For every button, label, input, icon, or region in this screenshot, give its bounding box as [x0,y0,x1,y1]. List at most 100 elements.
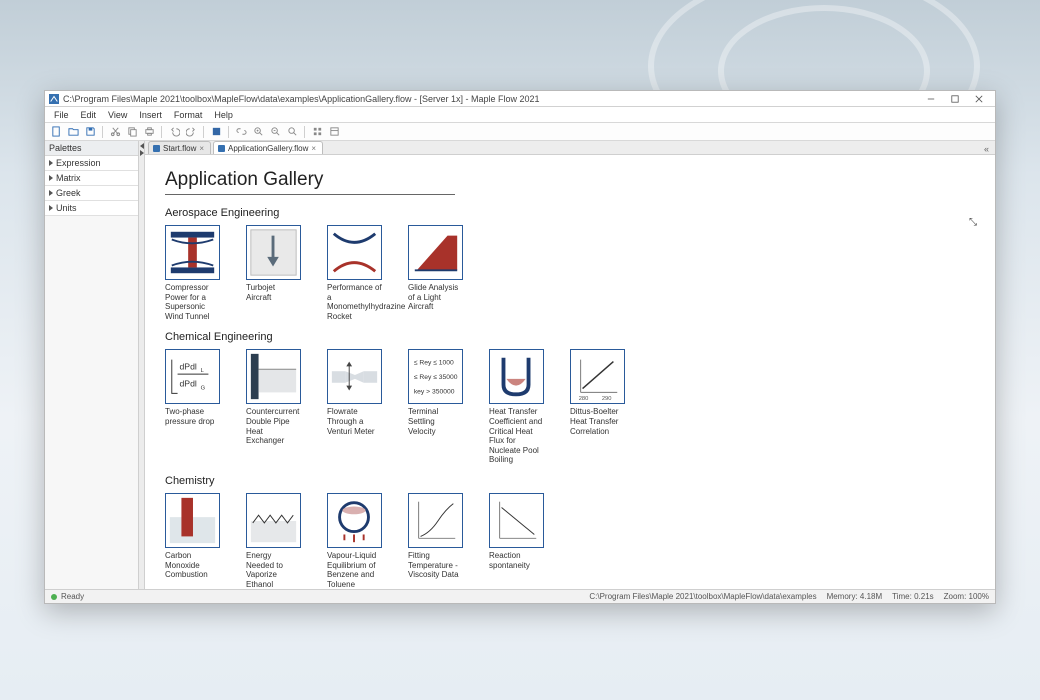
category-title: Chemistry [165,475,975,487]
svg-text:≤ Rey ≤ 35000: ≤ Rey ≤ 35000 [414,374,458,381]
gallery-item[interactable]: Vapour-Liquid Equilibrium of Benzene and… [327,493,382,589]
gallery-thumbnail: dPdlLdPdlG [165,349,220,404]
copy-icon[interactable] [125,125,139,139]
gallery-thumbnail [327,349,382,404]
palette-item-units[interactable]: Units [45,201,138,216]
palette-item-greek[interactable]: Greek [45,186,138,201]
gallery-thumbnail [408,225,463,280]
menubar: FileEditViewInsertFormatHelp [45,107,995,123]
chevron-right-icon [49,190,53,196]
svg-text:L: L [201,369,205,375]
svg-text:290: 290 [602,396,612,402]
close-button[interactable] [967,92,991,106]
status-time: Time: 0.21s [892,592,934,601]
svg-text:≤ Rey ≤ 1000: ≤ Rey ≤ 1000 [414,360,454,367]
gallery-item[interactable]: dPdlLdPdlGTwo-phase pressure drop [165,349,220,465]
tab-applicationgallery-flow[interactable]: ApplicationGallery.flow× [213,141,323,154]
gallery-row: dPdlLdPdlGTwo-phase pressure drop Counter… [165,349,975,465]
gallery-caption: Carbon Monoxide Combustion [165,551,220,580]
gallery-item[interactable]: Glide Analysis of a Light Aircraft [408,225,463,321]
menu-format[interactable]: Format [169,110,208,120]
link-icon[interactable] [234,125,248,139]
grid-icon[interactable] [310,125,324,139]
gallery-thumbnail [246,349,301,404]
gallery-caption: Flowrate Through a Venturi Meter [327,407,382,436]
chevron-right-icon [49,205,53,211]
gallery-thumbnail [408,493,463,548]
stop-icon[interactable] [209,125,223,139]
gallery-thumbnail [246,225,301,280]
zoom-in-icon[interactable] [251,125,265,139]
gallery-thumbnail [489,349,544,404]
status-bar: Ready C:\Program Files\Maple 2021\toolbo… [45,589,995,603]
status-zoom: Zoom: 100% [944,592,989,601]
gallery-caption: Fitting Temperature - Viscosity Data [408,551,463,580]
gallery-item[interactable]: Reaction spontaneity [489,493,544,589]
gallery-item[interactable]: Carbon Monoxide Combustion [165,493,220,589]
gallery-caption: Glide Analysis of a Light Aircraft [408,283,463,312]
svg-text:280: 280 [579,396,589,402]
close-icon[interactable]: × [311,144,316,153]
palette-item-matrix[interactable]: Matrix [45,171,138,186]
gallery-caption: Dittus-Boelter Heat Transfer Correlation [570,407,625,436]
gallery-caption: Compressor Power for a Supersonic Wind T… [165,283,220,321]
gallery-item[interactable]: Fitting Temperature - Viscosity Data [408,493,463,589]
titlebar: C:\Program Files\Maple 2021\toolbox\Mapl… [45,91,995,107]
print-icon[interactable] [142,125,156,139]
category-title: Chemical Engineering [165,331,975,343]
menu-insert[interactable]: Insert [134,110,167,120]
menu-edit[interactable]: Edit [76,110,102,120]
gallery-caption: Turbojet Aircraft [246,283,301,302]
open-file-icon[interactable] [66,125,80,139]
gallery-item[interactable]: Compressor Power for a Supersonic Wind T… [165,225,220,321]
gallery-row: Carbon Monoxide Combustion Energy Needed … [165,493,975,589]
menu-help[interactable]: Help [209,110,238,120]
toolbar-separator [102,126,103,138]
collapse-right-icon[interactable]: « [982,144,991,154]
tab-start-flow[interactable]: Start.flow× [148,141,211,154]
app-icon [49,94,59,104]
chevron-right-icon [49,160,53,166]
layout-icon[interactable] [327,125,341,139]
gallery-caption: Heat Transfer Coefficient and Critical H… [489,407,544,465]
undo-icon[interactable] [167,125,181,139]
palette-header: Palettes [45,141,138,156]
gallery-thumbnail [327,225,382,280]
menu-file[interactable]: File [49,110,74,120]
svg-text:G: G [201,386,206,392]
gallery-thumbnail: ≤ Rey ≤ 1000≤ Rey ≤ 35000key > 350000 [408,349,463,404]
gallery-thumbnail: 280 290 [570,349,625,404]
gallery-item[interactable]: Countercurrent Double Pipe Heat Exchange… [246,349,301,465]
file-icon [153,145,160,152]
close-icon[interactable]: × [199,144,204,153]
gallery-item[interactable]: Heat Transfer Coefficient and Critical H… [489,349,544,465]
file-icon [218,145,225,152]
document-canvas[interactable]: Application Gallery ⤡ Aerospace Engineer… [145,155,995,589]
window-title: C:\Program Files\Maple 2021\toolbox\Mapl… [63,94,919,104]
cut-icon[interactable] [108,125,122,139]
gallery-item[interactable]: 280 290 Dittus-Boelter Heat Transfer Corre… [570,349,625,465]
minimize-button[interactable] [919,92,943,106]
gallery-item[interactable]: Flowrate Through a Venturi Meter [327,349,382,465]
gallery-item[interactable]: Energy Needed to Vaporize Ethanol [246,493,301,589]
zoom-out-icon[interactable] [268,125,282,139]
palette-item-expression[interactable]: Expression [45,156,138,171]
gallery-thumbnail [246,493,301,548]
maximize-button[interactable] [943,92,967,106]
category-title: Aerospace Engineering [165,207,975,219]
gallery-thumbnail [165,225,220,280]
save-icon[interactable] [83,125,97,139]
gallery-item[interactable]: Turbojet Aircraft [246,225,301,321]
gallery-item[interactable]: Performance of a Monomethylhydrazine Roc… [327,225,382,321]
menu-view[interactable]: View [103,110,132,120]
page-title: Application Gallery [165,169,455,195]
gallery-item[interactable]: ≤ Rey ≤ 1000≤ Rey ≤ 35000key > 350000Ter… [408,349,463,465]
app-window: C:\Program Files\Maple 2021\toolbox\Mapl… [44,90,996,604]
redo-icon[interactable] [184,125,198,139]
new-file-icon[interactable] [49,125,63,139]
zoom-reset-icon[interactable] [285,125,299,139]
status-memory: Memory: 4.18M [827,592,883,601]
toolbar-separator [161,126,162,138]
gallery-row: Compressor Power for a Supersonic Wind T… [165,225,975,321]
gallery-caption: Performance of a Monomethylhydrazine Roc… [327,283,382,321]
